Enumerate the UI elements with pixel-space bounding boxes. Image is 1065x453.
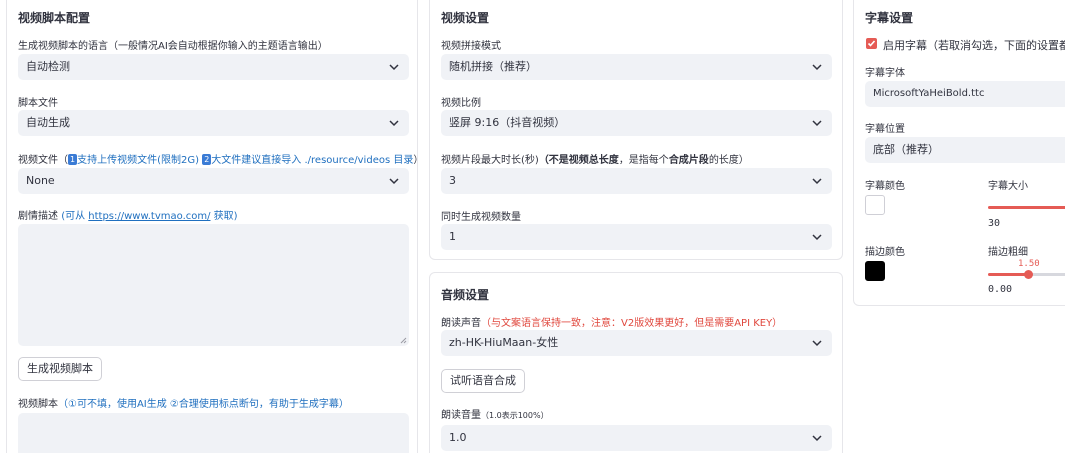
enable-subtitle-checkbox[interactable] (866, 38, 877, 49)
voice-select[interactable]: zh-HK-HiuMaan-女性 (441, 330, 832, 356)
stroke-width-min: 0.00 (988, 284, 1013, 295)
clip-duration-label: 视频片段最大时长(秒)（不是视频总长度，是指每个合成片段的长度） (441, 155, 749, 166)
script-file-label: 脚本文件 (18, 98, 58, 109)
stroke-color-picker[interactable] (865, 261, 885, 281)
video-file-select[interactable]: None (18, 168, 409, 194)
resize-handle-icon[interactable] (400, 337, 407, 344)
volume-label: 朗读音量（1.0表示100%） (441, 410, 549, 421)
subtitle-settings-panel: 字幕设置 启用字幕（若取消勾选，下面的设置都 字幕字体 MicrosoftYaH… (853, 0, 1065, 306)
stroke-width-slider-filled[interactable] (988, 273, 1028, 276)
panel-title: 视频设置 (441, 11, 490, 25)
aspect-ratio-value: 竖屏 9:16（抖音视频） (449, 116, 566, 129)
language-value: 自动检测 (26, 60, 70, 73)
plot-desc-label: 剧情描述 (可从 https://www.tvmao.com/ 获取) (18, 211, 238, 222)
position-value: 底部（推荐） (873, 143, 939, 156)
number-2-icon: 2 (202, 154, 212, 165)
video-script-textarea[interactable] (18, 413, 409, 453)
concat-mode-label: 视频拼接模式 (441, 41, 501, 52)
stroke-width-value: 1.50 (1018, 259, 1040, 269)
font-size-slider[interactable] (988, 206, 1065, 209)
chevron-down-icon (812, 234, 822, 241)
chevron-down-icon (812, 340, 822, 347)
font-color-picker[interactable] (865, 195, 885, 215)
video-script-label: 视频脚本（①可不填，使用AI生成 ②合理使用标点断句，有助于生成字幕） (18, 399, 349, 410)
video-count-value: 1 (449, 230, 456, 243)
check-icon (867, 40, 876, 47)
font-size-value: 30 (988, 218, 1001, 229)
voice-value: zh-HK-HiuMaan-女性 (449, 336, 559, 349)
video-file-value: None (26, 174, 55, 187)
enable-subtitle-label: 启用字幕（若取消勾选，下面的设置都 (883, 39, 1065, 52)
clip-duration-value: 3 (449, 174, 456, 187)
stroke-color-label: 描边颜色 (865, 247, 905, 258)
video-count-label: 同时生成视频数量 (441, 212, 521, 223)
voice-label: 朗读声音（与文案语言保持一致，注意：V2版效果更好，但是需要API KEY） (441, 318, 783, 329)
chevron-down-icon (389, 178, 399, 185)
generate-script-button[interactable]: 生成视频脚本 (18, 357, 102, 381)
audio-settings-panel: 音频设置 朗读声音（与文案语言保持一致，注意：V2版效果更好，但是需要API K… (429, 272, 843, 453)
font-color-label: 字幕颜色 (865, 181, 905, 192)
tvmao-link[interactable]: https://www.tvmao.com/ (88, 211, 210, 222)
position-select[interactable]: 底部（推荐） (865, 137, 1065, 163)
script-file-select[interactable]: 自动生成 (18, 110, 409, 136)
language-select[interactable]: 自动检测 (18, 54, 409, 80)
font-size-label: 字幕大小 (988, 181, 1028, 192)
script-file-value: 自动生成 (26, 116, 70, 129)
chevron-down-icon (812, 64, 822, 71)
aspect-ratio-label: 视频比例 (441, 98, 481, 109)
preview-voice-button[interactable]: 试听语音合成 (441, 369, 525, 393)
font-input[interactable]: MicrosoftYaHeiBold.ttc (865, 81, 1065, 107)
chevron-down-icon (812, 435, 822, 442)
aspect-ratio-select[interactable]: 竖屏 9:16（抖音视频） (441, 110, 832, 136)
concat-mode-value: 随机拼接（推荐） (449, 60, 537, 73)
chevron-down-icon (389, 64, 399, 71)
position-label: 字幕位置 (865, 124, 905, 135)
video-count-select[interactable]: 1 (441, 224, 832, 250)
number-1-icon: 1 (68, 154, 78, 165)
volume-select[interactable]: 1.0 (441, 425, 832, 451)
chevron-down-icon (389, 120, 399, 127)
panel-title: 视频脚本配置 (18, 11, 91, 25)
plot-desc-textarea[interactable] (18, 224, 409, 346)
clip-duration-select[interactable]: 3 (441, 168, 832, 194)
video-file-label: 视频文件（ 1 支持上传视频文件(限制2G) 2 大文件建议直接导入 ./resour… (18, 154, 424, 166)
chevron-down-icon (812, 120, 822, 127)
concat-mode-select[interactable]: 随机拼接（推荐） (441, 54, 832, 80)
volume-value: 1.0 (449, 431, 467, 444)
stroke-width-label: 描边粗细 (988, 247, 1028, 258)
language-label: 生成视频脚本的语言（一般情况AI会自动根据你输入的主题语言输出） (18, 41, 328, 52)
script-config-panel: 视频脚本配置 生成视频脚本的语言（一般情况AI会自动根据你输入的主题语言输出） … (6, 0, 423, 453)
panel-title: 字幕设置 (865, 11, 914, 25)
font-label: 字幕字体 (865, 68, 905, 79)
chevron-down-icon (812, 178, 822, 185)
stroke-width-slider-thumb[interactable] (1024, 270, 1033, 279)
panel-title: 音频设置 (441, 288, 490, 302)
video-settings-panel: 视频设置 视频拼接模式 随机拼接（推荐） 视频比例 竖屏 9:16（抖音视频） … (429, 0, 843, 260)
stroke-width-slider-track[interactable] (1028, 273, 1065, 276)
